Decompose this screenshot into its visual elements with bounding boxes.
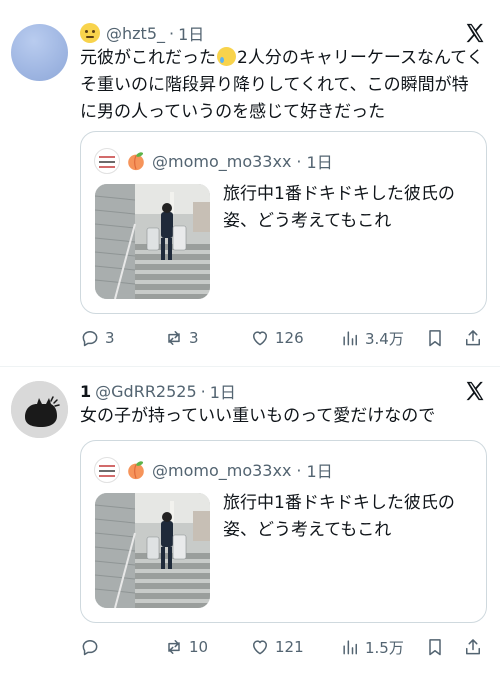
cat-avatar-image	[11, 381, 68, 438]
separator-dot: ·	[296, 460, 302, 480]
emoji-face-icon	[80, 23, 100, 43]
x-logo-icon[interactable]	[464, 22, 486, 44]
quote-image[interactable]	[95, 184, 210, 299]
quote-time: 1日	[306, 153, 333, 172]
reply-button[interactable]: 3	[80, 327, 115, 349]
share-button[interactable]	[463, 327, 483, 349]
separator-dot: ·	[296, 151, 302, 171]
quote-handle[interactable]: @momo_mo33xx	[152, 152, 291, 171]
reply-count: 3	[105, 329, 115, 347]
like-count: 121	[275, 638, 304, 656]
quoted-post[interactable]: @momo_mo33xx · 1日 旅行中1番ドキドキした彼氏の姿、どう考えても…	[80, 131, 487, 314]
views-icon	[343, 331, 357, 346]
views-button[interactable]: 1.5万	[340, 636, 404, 658]
reply-icon	[82, 331, 98, 347]
repost-button[interactable]: 10	[164, 636, 208, 658]
reply-button[interactable]	[80, 636, 105, 658]
repost-icon	[168, 640, 180, 654]
quote-image[interactable]	[95, 493, 210, 608]
staircase-photo	[95, 184, 210, 299]
display-name[interactable]: 1	[80, 382, 91, 401]
action-bar: 10 121 1.5万	[80, 636, 490, 658]
like-count: 126	[275, 329, 304, 347]
quote-handle[interactable]: @momo_mo33xx	[152, 461, 291, 480]
avatar[interactable]	[11, 381, 68, 438]
quote-header: @momo_mo33xx · 1日	[94, 148, 333, 174]
share-icon	[466, 330, 480, 346]
bookmark-icon	[429, 639, 441, 656]
separator-dot: ·	[169, 23, 175, 43]
x-logo-icon[interactable]	[464, 380, 486, 402]
post-time[interactable]: 1日	[210, 379, 236, 403]
like-button[interactable]: 121	[250, 636, 304, 658]
reply-icon	[82, 640, 98, 656]
action-bar: 3 3 126 3.4万	[80, 327, 490, 349]
post-header: @hzt5_ · 1日	[80, 21, 204, 45]
views-icon	[343, 640, 357, 655]
user-handle[interactable]: @hzt5_	[106, 24, 165, 43]
quote-header: @momo_mo33xx · 1日	[94, 457, 333, 483]
repost-icon	[168, 331, 180, 345]
heart-icon	[253, 640, 267, 655]
post-time[interactable]: 1日	[178, 21, 204, 45]
staircase-photo	[95, 493, 210, 608]
peach-emoji-icon	[128, 461, 144, 480]
heart-icon	[253, 331, 267, 346]
separator-dot: ·	[200, 381, 206, 401]
bookmark-button[interactable]	[425, 636, 445, 658]
quote-text: 旅行中1番ドキドキした彼氏の姿、どう考えてもこれ	[223, 184, 455, 231]
avatar[interactable]	[11, 24, 68, 81]
repost-count: 10	[189, 638, 209, 656]
repost-count: 3	[189, 329, 199, 347]
user-handle[interactable]: @GdRR2525	[95, 382, 197, 401]
quote-time: 1日	[306, 462, 333, 481]
quote-text: 旅行中1番ドキドキした彼氏の姿、どう考えてもこれ	[223, 493, 455, 540]
views-count: 3.4万	[365, 329, 404, 348]
bookmark-button[interactable]	[425, 327, 445, 349]
post-text-part: 元彼がこれだった	[80, 48, 216, 68]
post-text: 女の子が持っていい重いものって愛だけなので	[80, 406, 436, 426]
views-count: 1.5万	[365, 638, 404, 657]
bookmark-icon	[429, 330, 441, 347]
post[interactable]: @hzt5_ · 1日 元彼がこれだった 2人分のキャリーケースなんてくそ重いのに…	[0, 0, 500, 366]
post-text: 元彼がこれだった 2人分のキャリーケースなんてくそ重いのに階段昇り降りしてくれて、…	[80, 45, 485, 126]
like-button[interactable]: 126	[250, 327, 304, 349]
tear-face-emoji-icon	[217, 47, 236, 66]
views-button[interactable]: 3.4万	[340, 327, 404, 349]
share-icon	[466, 639, 480, 655]
share-button[interactable]	[463, 636, 483, 658]
quote-avatar	[94, 457, 120, 483]
peach-emoji-icon	[128, 152, 144, 171]
quoted-post[interactable]: @momo_mo33xx · 1日 旅行中1番ドキドキした彼氏の姿、どう考えても…	[80, 440, 487, 623]
post-header: 1 @GdRR2525 · 1日	[80, 379, 236, 403]
repost-button[interactable]: 3	[164, 327, 199, 349]
quote-avatar	[94, 148, 120, 174]
